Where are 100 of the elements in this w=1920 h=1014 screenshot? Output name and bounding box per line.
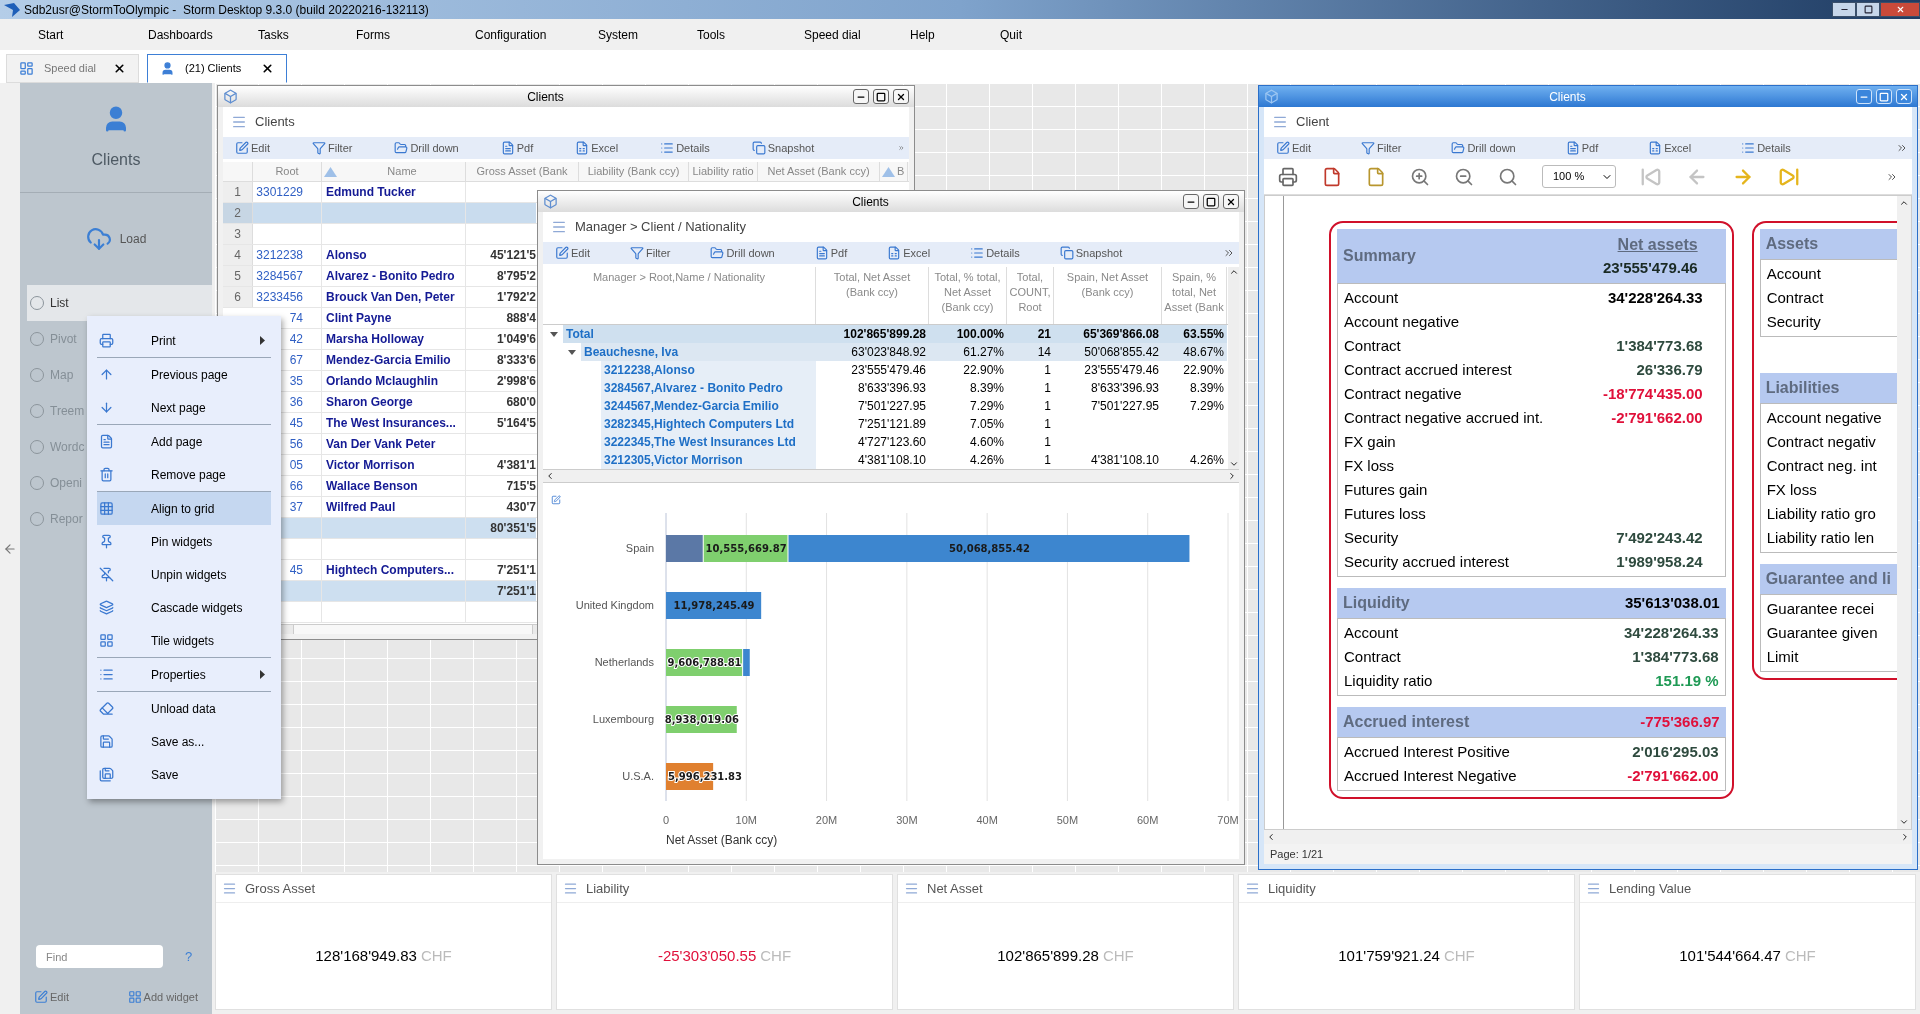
menu-bar-item[interactable]: Speed dial bbox=[802, 25, 908, 44]
tree-row-label[interactable]: Beauchesne, Iva bbox=[581, 343, 816, 361]
menu-bar-item[interactable]: Dashboards bbox=[146, 25, 256, 44]
toolbar-button[interactable]: Drill down bbox=[394, 139, 459, 157]
menu-bar-item[interactable]: Tools bbox=[695, 25, 802, 44]
toolbar-button[interactable]: Pdf bbox=[814, 244, 848, 262]
row-number[interactable]: 5 bbox=[223, 266, 253, 286]
add-widget-button[interactable]: Add widget bbox=[127, 988, 198, 1006]
menu-icon[interactable] bbox=[222, 881, 237, 896]
printer-icon[interactable] bbox=[1278, 166, 1298, 187]
vertical-scrollbar[interactable] bbox=[1897, 196, 1911, 829]
toolbar-button[interactable]: Excel bbox=[887, 244, 931, 262]
zoom-in-icon[interactable] bbox=[1410, 166, 1430, 187]
toolbar-button[interactable]: Excel bbox=[575, 139, 619, 157]
column-header[interactable]: Name bbox=[339, 163, 465, 180]
caret-icon[interactable] bbox=[567, 347, 577, 357]
menu-item[interactable]: Cascade widgets bbox=[97, 591, 271, 624]
minimize-button[interactable] bbox=[1183, 194, 1199, 209]
file-icon[interactable] bbox=[1366, 166, 1386, 187]
menu-item[interactable]: Pin widgets bbox=[97, 525, 271, 558]
column-header[interactable]: Liability ratio bbox=[692, 163, 754, 180]
toolbar-button[interactable]: Drill down bbox=[710, 244, 775, 262]
menu-bar-item[interactable]: Forms bbox=[354, 25, 473, 44]
menu-item[interactable]: Properties bbox=[97, 658, 271, 691]
chart-bar[interactable] bbox=[703, 535, 788, 562]
tree-row-label[interactable]: Total bbox=[563, 325, 816, 343]
toolbar-button[interactable]: Snapshot bbox=[1059, 244, 1123, 262]
menu-icon[interactable] bbox=[231, 114, 247, 130]
row-number[interactable]: 6 bbox=[223, 287, 253, 307]
minimize-button[interactable] bbox=[1832, 2, 1856, 17]
menu-item[interactable]: Align to grid bbox=[97, 492, 271, 525]
menu-item[interactable]: Save as... bbox=[97, 725, 271, 758]
tree-row-label[interactable]: 3222345,The West Insurances Ltd bbox=[601, 433, 816, 451]
menu-icon[interactable] bbox=[551, 219, 567, 235]
toolbar-button[interactable]: Pdf bbox=[500, 139, 534, 157]
column-header[interactable]: Total, % total, Net Asset (Bank ccy) bbox=[931, 270, 1004, 324]
toolbar-button[interactable]: Filter bbox=[629, 244, 671, 262]
toolbar-button[interactable]: Edit bbox=[235, 139, 270, 157]
column-header[interactable]: Gross Asset (Bank bbox=[476, 163, 568, 180]
menu-bar-item[interactable]: Quit bbox=[998, 25, 1078, 44]
menu-bar-item[interactable]: System bbox=[596, 25, 695, 44]
view-option[interactable]: List bbox=[27, 285, 212, 321]
menu-icon[interactable] bbox=[1245, 881, 1260, 896]
menu-icon[interactable] bbox=[1586, 881, 1601, 896]
close-button[interactable] bbox=[893, 89, 909, 104]
magnifier-icon[interactable] bbox=[1498, 166, 1518, 187]
close-icon[interactable] bbox=[261, 62, 274, 75]
scrollbar-thumb[interactable] bbox=[293, 625, 533, 634]
column-header[interactable]: Total, Net Asset (Bank ccy) bbox=[818, 270, 926, 324]
edit-icon[interactable] bbox=[551, 495, 561, 505]
find-field[interactable]: Find bbox=[36, 945, 163, 968]
column-header[interactable]: Manager > Root,Name / Nationality bbox=[592, 270, 766, 324]
row-number[interactable]: 4 bbox=[223, 245, 253, 265]
toolbar-button[interactable]: Details bbox=[1741, 139, 1791, 157]
toolbar-button[interactable]: Edit bbox=[1276, 139, 1311, 157]
load-button[interactable]: Load bbox=[85, 226, 147, 252]
toolbar-button[interactable]: Snapshot bbox=[751, 139, 815, 157]
menu-item[interactable]: Unload data bbox=[97, 692, 271, 725]
window-title-bar[interactable]: Clients bbox=[218, 86, 914, 107]
caret-icon[interactable] bbox=[549, 329, 559, 339]
close-icon[interactable] bbox=[113, 62, 126, 75]
toolbar-button[interactable]: Excel bbox=[1648, 139, 1692, 157]
chart-bar[interactable] bbox=[666, 649, 743, 676]
row-number[interactable]: 2 bbox=[223, 203, 253, 223]
minimize-button[interactable] bbox=[853, 89, 869, 104]
column-header[interactable]: Root bbox=[275, 163, 299, 180]
toolbar-button[interactable]: Pdf bbox=[1565, 139, 1599, 157]
vertical-scrollbar[interactable] bbox=[1228, 267, 1239, 469]
toolbar-button[interactable]: Details bbox=[970, 244, 1020, 262]
more-icon[interactable] bbox=[1896, 142, 1908, 154]
toolbar-button[interactable]: Drill down bbox=[1451, 139, 1516, 157]
column-header[interactable]: B bbox=[897, 163, 905, 180]
edit-button[interactable]: Edit bbox=[34, 988, 69, 1006]
tree-row-label[interactable]: 3212305,Victor Morrison bbox=[601, 451, 816, 469]
tree-row-label[interactable]: 3212238,Alonso bbox=[601, 361, 816, 379]
skip-to-end-icon[interactable] bbox=[1778, 165, 1800, 188]
maximize-button[interactable] bbox=[873, 89, 889, 104]
menu-icon[interactable] bbox=[1272, 114, 1288, 130]
menu-item[interactable]: Tile widgets bbox=[97, 624, 271, 657]
toolbar-button[interactable]: Details bbox=[660, 139, 710, 157]
toolbar-button[interactable]: Edit bbox=[555, 244, 590, 262]
more-icon[interactable] bbox=[1223, 247, 1235, 259]
menu-icon[interactable] bbox=[563, 881, 578, 896]
menu-bar-item[interactable]: Start bbox=[36, 25, 146, 44]
window-title-bar[interactable]: Clients bbox=[538, 191, 1244, 212]
column-header[interactable]: Spain, % total, Net Asset (Bank bbox=[1164, 270, 1224, 324]
toolbar-button[interactable]: Filter bbox=[1360, 139, 1402, 157]
column-header[interactable]: Total, COUNT, Root bbox=[1009, 270, 1051, 324]
tree-row-label[interactable]: 3284567,Alvarez - Bonito Pedro bbox=[601, 379, 816, 397]
maximize-button[interactable] bbox=[1203, 194, 1219, 209]
menu-bar-item[interactable]: Tasks bbox=[256, 25, 354, 44]
menu-bar-item[interactable]: Configuration bbox=[473, 25, 596, 44]
zoom-select[interactable]: 100 % bbox=[1542, 165, 1616, 188]
zoom-out-icon[interactable] bbox=[1454, 166, 1474, 187]
column-header[interactable]: Spain, Net Asset (Bank ccy) bbox=[1056, 270, 1159, 324]
tab[interactable]: (21) Clients bbox=[147, 54, 287, 83]
tree-row-label[interactable]: 3282345,Hightech Computers Ltd bbox=[601, 415, 816, 433]
pdf-file-icon[interactable] bbox=[1322, 166, 1342, 187]
column-header[interactable]: Liability (Bank ccy) bbox=[587, 163, 680, 180]
row-number[interactable]: 3 bbox=[223, 224, 253, 244]
